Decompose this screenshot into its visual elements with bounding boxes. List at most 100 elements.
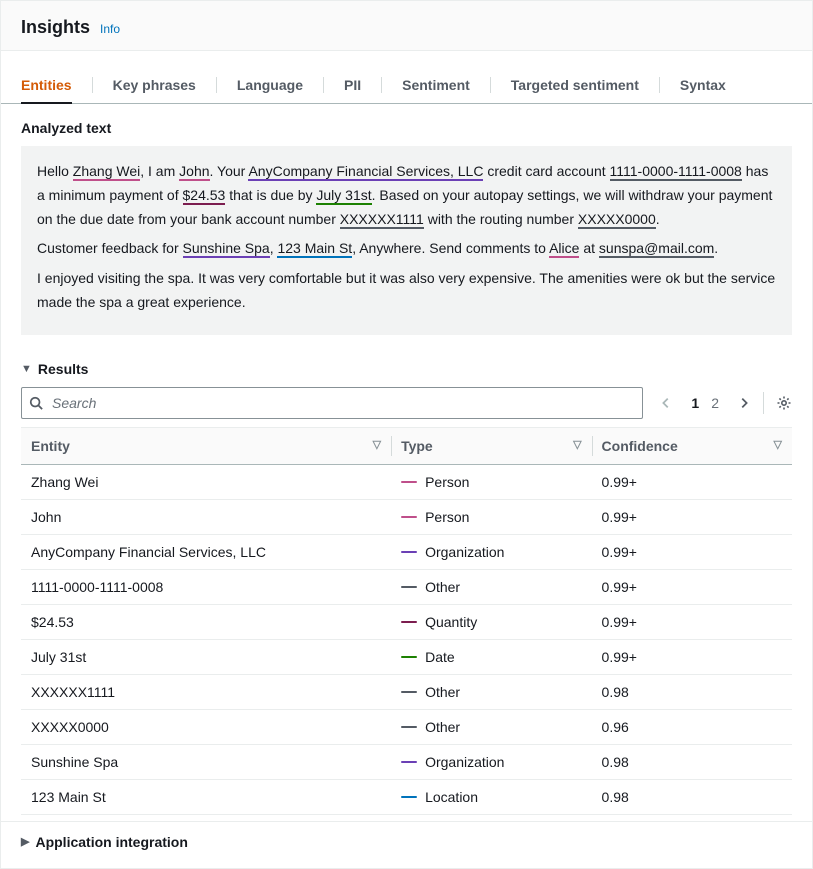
cell-type: Quantity — [391, 604, 591, 639]
tab-syntax[interactable]: Syntax — [680, 67, 726, 103]
cell-type: Person — [391, 464, 591, 499]
cell-entity: 1111-0000-1111-0008 — [21, 569, 391, 604]
highlighted-entity: sunspa@mail.com — [599, 240, 714, 258]
cell-type: Other — [391, 674, 591, 709]
analyzed-heading: Analyzed text — [21, 120, 792, 136]
cell-confidence: 0.99+ — [592, 569, 792, 604]
tab-key-phrases[interactable]: Key phrases — [113, 67, 196, 103]
sort-icon: ▽ — [573, 438, 581, 451]
tab-separator — [216, 77, 217, 93]
tab-targeted-sentiment[interactable]: Targeted sentiment — [511, 67, 639, 103]
cell-type: Person — [391, 499, 591, 534]
cell-type: Other — [391, 709, 591, 744]
table-row[interactable]: JohnPerson0.99+ — [21, 499, 792, 534]
results-heading: Results — [38, 361, 89, 377]
analyzed-text-box: Hello Zhang Wei, I am John. Your AnyComp… — [21, 146, 792, 335]
tab-separator — [659, 77, 660, 93]
table-row[interactable]: July 31stDate0.99+ — [21, 639, 792, 674]
cell-entity: Sunshine Spa — [21, 744, 391, 779]
insights-panel: Insights Info Entities Key phrases Languag… — [0, 0, 813, 869]
cell-entity: XXXXXX1111 — [21, 674, 391, 709]
highlighted-entity: Alice — [549, 240, 579, 258]
highlighted-entity: $24.53 — [183, 187, 226, 205]
cell-entity: 123 Main St — [21, 779, 391, 814]
table-row[interactable]: XXXXXX1111Other0.98 — [21, 674, 792, 709]
table-row[interactable]: $24.53Quantity0.99+ — [21, 604, 792, 639]
sort-icon: ▽ — [373, 438, 381, 451]
panel-header: Insights Info — [1, 1, 812, 51]
type-swatch — [401, 481, 417, 484]
highlighted-entity: Sunshine Spa — [183, 240, 270, 258]
cell-confidence: 0.99+ — [592, 464, 792, 499]
cell-type: Date — [391, 639, 591, 674]
type-swatch — [401, 516, 417, 519]
cell-type: Organization — [391, 744, 591, 779]
type-swatch — [401, 726, 417, 729]
tab-entities[interactable]: Entities — [21, 67, 72, 103]
highlighted-entity: XXXXXX1111 — [340, 211, 424, 229]
highlighted-entity: AnyCompany Financial Services, LLC — [248, 163, 483, 181]
prev-page-button[interactable] — [659, 396, 673, 410]
next-page-button[interactable] — [737, 396, 751, 410]
cell-entity: July 31st — [21, 639, 391, 674]
analyzed-section: Analyzed text Hello Zhang Wei, I am John… — [1, 104, 812, 351]
sort-icon: ▽ — [774, 438, 782, 451]
column-confidence[interactable]: Confidence▽ — [592, 427, 792, 464]
cell-entity: Zhang Wei — [21, 464, 391, 499]
tab-separator — [92, 77, 93, 93]
tab-pii[interactable]: PII — [344, 67, 361, 103]
tab-language[interactable]: Language — [237, 67, 303, 103]
table-row[interactable]: 1111-0000-1111-0008Other0.99+ — [21, 569, 792, 604]
cell-entity: AnyCompany Financial Services, LLC — [21, 534, 391, 569]
application-integration-label: Application integration — [35, 834, 187, 850]
cell-type: Organization — [391, 534, 591, 569]
separator — [763, 392, 764, 414]
cell-entity: XXXXX0000 — [21, 709, 391, 744]
cell-confidence: 0.98 — [592, 674, 792, 709]
tab-separator — [381, 77, 382, 93]
results-toggle[interactable]: ▼ Results — [1, 351, 812, 387]
highlighted-entity: July 31st — [316, 187, 371, 205]
highlighted-entity: 1111-0000-1111-0008 — [610, 163, 742, 181]
table-row[interactable]: AnyCompany Financial Services, LLCOrgani… — [21, 534, 792, 569]
cell-confidence: 0.96 — [592, 709, 792, 744]
cell-confidence: 0.99+ — [592, 499, 792, 534]
highlighted-entity: Zhang Wei — [73, 163, 140, 181]
table-row[interactable]: 123 Main StLocation0.98 — [21, 779, 792, 814]
type-swatch — [401, 691, 417, 694]
cell-confidence: 0.98 — [592, 779, 792, 814]
caret-down-icon: ▼ — [21, 363, 32, 375]
tab-separator — [323, 77, 324, 93]
settings-button[interactable] — [776, 395, 792, 411]
results-toolbar: 12 — [1, 387, 812, 427]
search-wrapper — [21, 387, 643, 419]
results-table: Entity▽Type▽Confidence▽ Zhang WeiPerson0… — [21, 427, 792, 815]
table-body: Zhang WeiPerson0.99+JohnPerson0.99+AnyCo… — [21, 464, 792, 814]
analyzed-paragraph-3: I enjoyed visiting the spa. It was very … — [37, 267, 776, 315]
cell-type: Other — [391, 569, 591, 604]
table-header-row: Entity▽Type▽Confidence▽ — [21, 427, 792, 464]
table-row[interactable]: Zhang WeiPerson0.99+ — [21, 464, 792, 499]
cell-entity: John — [21, 499, 391, 534]
table-row[interactable]: XXXXX0000Other0.96 — [21, 709, 792, 744]
search-input[interactable] — [21, 387, 643, 419]
type-swatch — [401, 551, 417, 554]
type-swatch — [401, 621, 417, 624]
table-row[interactable]: Sunshine SpaOrganization0.98 — [21, 744, 792, 779]
tabs-bar: Entities Key phrases Language PII Sentiment T… — [1, 67, 812, 104]
cell-confidence: 0.99+ — [592, 639, 792, 674]
caret-right-icon: ▶ — [21, 835, 29, 848]
pagination: 12 — [659, 392, 792, 414]
analyzed-paragraph-2: Customer feedback for Sunshine Spa, 123 … — [37, 237, 776, 261]
cell-entity: $24.53 — [21, 604, 391, 639]
highlighted-entity: XXXXX0000 — [578, 211, 656, 229]
application-integration-toggle[interactable]: ▶ Application integration — [1, 821, 812, 868]
tab-sentiment[interactable]: Sentiment — [402, 67, 470, 103]
page-2[interactable]: 2 — [711, 395, 719, 411]
column-type[interactable]: Type▽ — [391, 427, 591, 464]
panel-title: Insights — [21, 17, 90, 38]
column-entity[interactable]: Entity▽ — [21, 427, 391, 464]
info-link[interactable]: Info — [100, 22, 120, 36]
page-1[interactable]: 1 — [691, 395, 699, 411]
tab-separator — [490, 77, 491, 93]
